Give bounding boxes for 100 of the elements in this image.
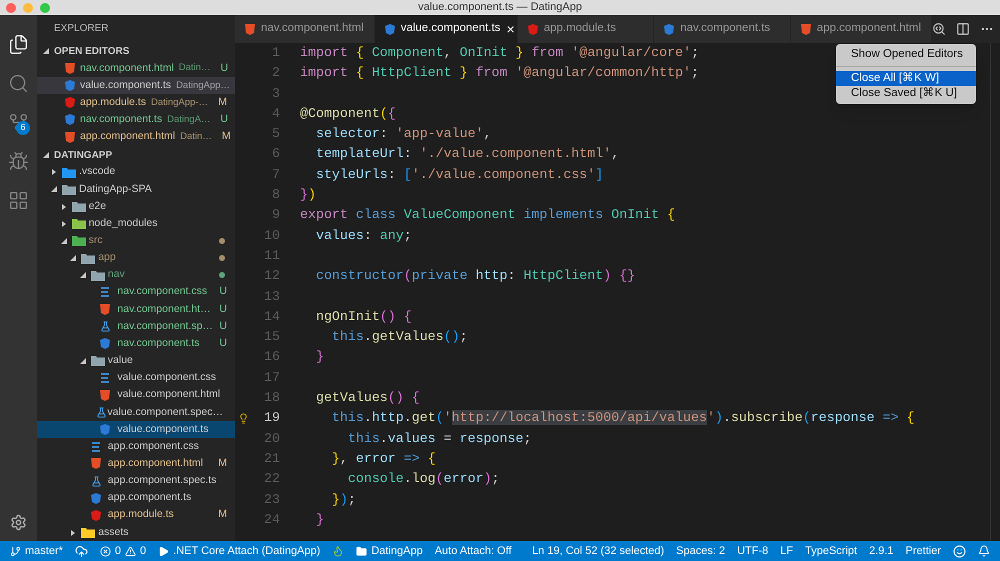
caret-icon[interactable] bbox=[70, 530, 76, 536]
file-path: Datin… bbox=[178, 61, 210, 76]
open-editor-item[interactable]: app.component.html Datin… M bbox=[37, 128, 235, 146]
caret-icon[interactable] bbox=[60, 238, 67, 244]
tree-item[interactable]: nav bbox=[37, 266, 235, 284]
tree-item[interactable]: src bbox=[37, 232, 235, 250]
caret-icon[interactable] bbox=[60, 204, 67, 210]
tree-item[interactable]: nav.component.ts U bbox=[37, 335, 235, 352]
section-header[interactable]: DATINGAPP bbox=[37, 146, 235, 164]
editor-tab[interactable]: app.module.ts bbox=[518, 15, 654, 43]
bug-icon[interactable] bbox=[8, 151, 29, 172]
file-name: src bbox=[88, 232, 103, 248]
branch-status[interactable]: master* bbox=[4, 542, 69, 560]
open-editor-item[interactable]: value.component.ts DatingApp… bbox=[37, 77, 235, 94]
tree-item[interactable]: nav.component.css U bbox=[37, 284, 235, 301]
tree-item[interactable]: app.component.spec.ts bbox=[37, 472, 235, 490]
status-item[interactable]: Spaces: 2 bbox=[670, 542, 732, 560]
status-item[interactable]: 2.9.1 bbox=[863, 542, 900, 560]
files-icon[interactable] bbox=[8, 34, 29, 55]
tree-item[interactable]: assets bbox=[37, 524, 235, 542]
file-name: nav.component.ts bbox=[80, 112, 162, 128]
open-editor-item[interactable]: nav.component.ts DatingA… U bbox=[37, 111, 235, 129]
branch-icon bbox=[10, 546, 21, 556]
debug-status[interactable]: .NET Core Attach (DatingApp) bbox=[152, 542, 326, 560]
line-number: 22 bbox=[263, 470, 280, 488]
tree-item[interactable]: value.component.html bbox=[37, 386, 235, 404]
tree-item[interactable]: app.module.ts M bbox=[37, 506, 235, 524]
caret-icon[interactable] bbox=[70, 255, 76, 262]
line-number: 4 bbox=[271, 104, 280, 123]
code-line: import { Component, OnInit } from '@angular/core'; bbox=[300, 45, 700, 60]
menu-item[interactable]: Show Opened Editors bbox=[836, 47, 976, 62]
status-item[interactable]: TypeScript bbox=[799, 542, 864, 560]
tree-item[interactable]: nav.component.sp… U bbox=[37, 318, 235, 336]
sidebar-title: EXPLORER bbox=[54, 22, 108, 36]
tree-item[interactable]: app.component.css bbox=[37, 438, 235, 456]
folder-status[interactable]: DatingApp bbox=[350, 542, 429, 560]
smiley-icon[interactable] bbox=[953, 544, 966, 558]
tree-item[interactable]: value.component.ts bbox=[37, 421, 235, 438]
tree-item[interactable]: e2e bbox=[37, 198, 235, 216]
open-editor-item[interactable]: app.module.ts DatingApp-… M bbox=[37, 94, 235, 112]
status-item[interactable]: LF bbox=[774, 542, 800, 560]
tree-item[interactable]: DatingApp-SPA bbox=[37, 180, 235, 198]
file-path: Datin… bbox=[180, 130, 212, 144]
play-icon bbox=[158, 546, 170, 556]
caret-icon[interactable] bbox=[80, 358, 86, 364]
tree-item[interactable]: app bbox=[37, 249, 235, 267]
caret-icon[interactable] bbox=[43, 152, 49, 158]
tree-item[interactable]: nav.component.ht… U bbox=[37, 300, 235, 318]
lightbulb-icon[interactable] bbox=[238, 412, 249, 424]
git-status: M bbox=[218, 94, 227, 110]
search-icon[interactable] bbox=[932, 22, 946, 36]
line-number: 20 bbox=[263, 430, 280, 448]
split-editor-icon[interactable] bbox=[956, 22, 970, 36]
line-number: 13 bbox=[263, 288, 280, 306]
file-name: value.component.ts bbox=[80, 78, 172, 93]
warning-icon bbox=[125, 546, 136, 556]
line-number: 3 bbox=[271, 84, 280, 103]
caret-icon[interactable] bbox=[51, 169, 57, 176]
caret-icon[interactable] bbox=[51, 186, 57, 192]
file-name: nav.component.ht… bbox=[117, 302, 211, 317]
bell-icon[interactable] bbox=[978, 545, 990, 557]
problems-status[interactable]: 0 0 bbox=[94, 542, 152, 560]
code-line: @Component({ bbox=[300, 106, 396, 121]
status-item[interactable]: UTF-8 bbox=[731, 542, 774, 560]
cloud-icon[interactable] bbox=[74, 544, 88, 558]
tree-item[interactable]: value bbox=[37, 352, 235, 370]
status-item[interactable]: Prettier bbox=[900, 542, 947, 560]
line-number: 12 bbox=[263, 267, 280, 286]
tree-item[interactable]: app.component.html M bbox=[37, 455, 235, 472]
file-name: nav.component.sp… bbox=[117, 318, 213, 334]
editor-tab[interactable]: nav.component.ts bbox=[654, 15, 791, 43]
line-number: 6 bbox=[271, 145, 280, 164]
file-name: value.component.ts bbox=[117, 422, 208, 437]
tree-item[interactable]: node_modules bbox=[37, 215, 235, 232]
menu-item[interactable]: Close All [⌘K W] bbox=[836, 71, 976, 86]
tree-item[interactable]: value.component.css bbox=[37, 370, 235, 387]
editor-tab[interactable]: nav.component.html bbox=[235, 15, 375, 43]
close-tab-button[interactable]: × bbox=[506, 18, 515, 40]
editor-tab[interactable]: value.component.ts × bbox=[374, 15, 518, 43]
section-header[interactable]: OPEN EDITORS bbox=[37, 42, 235, 60]
editor-tab[interactable]: app.component.html bbox=[790, 15, 932, 43]
settings-icon[interactable] bbox=[10, 514, 27, 531]
status-item[interactable]: Auto Attach: Off bbox=[428, 542, 518, 560]
menu-item[interactable]: Close Saved [⌘K U] bbox=[836, 86, 976, 101]
code-line: }, error => { bbox=[330, 450, 436, 466]
window-title: value.component.ts — DatingApp bbox=[418, 0, 582, 16]
code-line: this.http.get('http://localhost:5000/api/values').subscribe(response => { bbox=[330, 410, 915, 426]
git-status: M bbox=[218, 507, 227, 522]
open-editor-item[interactable]: nav.component.html Datin… U bbox=[37, 60, 235, 78]
line-number: 10 bbox=[263, 226, 280, 245]
tree-item[interactable]: value.component.spec… bbox=[37, 404, 235, 421]
caret-icon[interactable] bbox=[60, 220, 67, 227]
tree-item[interactable]: app.component.ts bbox=[37, 490, 235, 507]
grid-icon[interactable] bbox=[8, 190, 29, 211]
line-number: 15 bbox=[263, 328, 280, 346]
code-line: this.values = response; bbox=[346, 430, 532, 446]
tree-item[interactable]: .vscode bbox=[37, 164, 235, 181]
caret-icon[interactable] bbox=[80, 272, 86, 278]
caret-icon[interactable] bbox=[43, 48, 49, 54]
status-item[interactable]: Ln 19, Col 52 (32 selected) bbox=[526, 542, 670, 560]
